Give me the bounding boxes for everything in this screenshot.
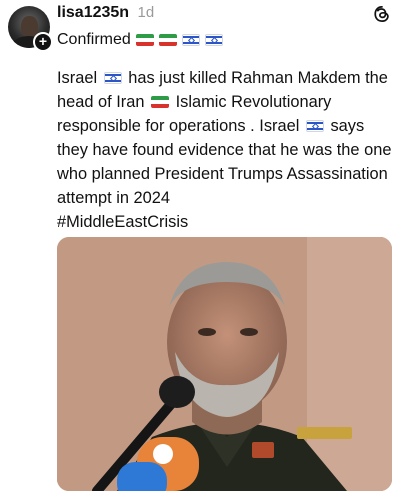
photo-illustration: [57, 237, 392, 491]
post-text-part: Israel: [57, 69, 98, 87]
israel-flag-icon: [204, 34, 223, 46]
israel-flag-icon: [103, 72, 122, 84]
iran-flag-icon: [135, 34, 154, 46]
israel-flag-icon: [181, 34, 200, 46]
post-body: Israel has just killed Rahman Makdem the…: [57, 66, 397, 234]
iran-flag-icon: [151, 96, 170, 108]
timestamp: 1d: [137, 4, 155, 21]
follow-plus-icon[interactable]: +: [33, 32, 53, 52]
post-photo[interactable]: [57, 237, 392, 491]
hashtag-link[interactable]: #MiddleEastCrisis: [57, 213, 188, 231]
iran-flag-icon: [158, 34, 177, 46]
threads-logo-icon[interactable]: [373, 5, 391, 23]
username[interactable]: lisa1235n: [57, 4, 129, 21]
status-label: Confirmed: [57, 31, 131, 48]
post-header: lisa1235n 1d: [57, 4, 393, 26]
israel-flag-icon: [305, 120, 324, 132]
status-line: Confirmed: [57, 31, 223, 49]
